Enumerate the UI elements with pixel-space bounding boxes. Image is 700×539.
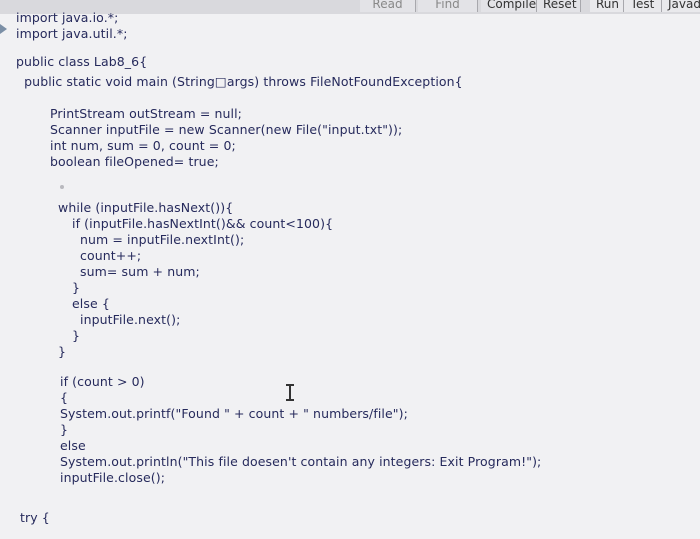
find-button[interactable]: Find <box>418 0 478 12</box>
code-line: public static void main (String□args) th… <box>16 74 463 89</box>
reset-button[interactable]: Reset <box>537 0 581 12</box>
code-line: int num, sum = 0, count = 0; <box>50 138 236 153</box>
code-line: while (inputFile.hasNext()){ <box>58 200 234 215</box>
code-line: } <box>60 422 69 437</box>
javadoc-button[interactable]: Javadc <box>662 0 700 12</box>
code-line: public class Lab8_6{ <box>16 54 148 69</box>
code-line: System.out.printf("Found " + count + " n… <box>60 406 408 421</box>
code-line: try { <box>20 510 50 525</box>
code-line: PrintStream outStream = null; <box>50 106 242 121</box>
text-cursor-icon <box>285 382 295 402</box>
gutter-arrow-icon <box>0 24 7 34</box>
code-line: boolean fileOpened= true; <box>50 154 219 169</box>
code-line: } <box>72 280 81 295</box>
code-line: inputFile.next(); <box>80 312 181 327</box>
code-line: else <box>60 438 86 453</box>
test-button[interactable]: Test <box>624 0 662 12</box>
code-editor[interactable]: import java.io.*; import java.util.*; pu… <box>0 10 700 539</box>
code-line: if (inputFile.hasNextInt()&& count<100){ <box>72 216 334 231</box>
code-line: else { <box>72 296 110 311</box>
code-line: import java.io.*; <box>16 10 119 25</box>
code-line: sum= sum + num; <box>80 264 200 279</box>
code-line: } <box>72 328 81 343</box>
code-line: inputFile.close(); <box>60 470 166 485</box>
code-line: import java.util.*; <box>16 26 128 41</box>
compile-button[interactable]: Compile <box>481 0 537 12</box>
run-button[interactable]: Run <box>590 0 624 12</box>
code-line: System.out.println("This file doesen't c… <box>60 454 542 469</box>
code-line: { <box>60 390 69 405</box>
code-line: num = inputFile.nextInt(); <box>80 232 245 247</box>
code-line: count++; <box>80 248 142 263</box>
read-button[interactable]: Read <box>360 0 416 12</box>
code-line: if (count > 0) <box>60 374 145 389</box>
code-line: Scanner inputFile = new Scanner(new File… <box>50 122 403 137</box>
code-line: } <box>58 344 67 359</box>
breakpoint-dot-icon <box>60 185 64 189</box>
